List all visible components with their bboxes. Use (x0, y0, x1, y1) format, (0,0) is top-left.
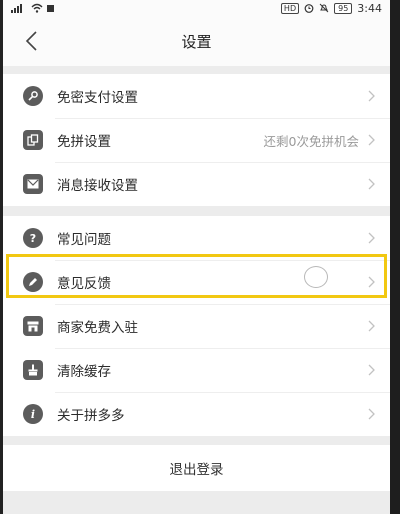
free-group-buy-remaining: 还剩0次免拼机会 (263, 133, 359, 149)
row-label: 免拼设置 (57, 134, 111, 150)
chevron-right-icon (368, 178, 375, 190)
question-icon: ? (23, 228, 43, 248)
settings-screen: HD 95 3:44 设置 免密支付设置 免拼设置 还剩0次免拼机会 消息接收设… (3, 0, 390, 514)
chevron-right-icon (368, 364, 375, 376)
pencil-icon (23, 272, 43, 292)
settings-row-free-group-buy[interactable]: 免拼设置 还剩0次免拼机会 (3, 118, 390, 162)
touch-ripple-indicator (304, 266, 328, 288)
clock: 3:44 (357, 1, 382, 15)
signal-icon (11, 4, 22, 13)
mail-icon (23, 174, 43, 194)
chevron-right-icon (368, 134, 375, 146)
settings-group-help: ? 常见问题 意见反馈 商家免费入驻 清除缓存 i 关于拼多多 (3, 216, 390, 436)
chevron-right-icon (368, 90, 375, 102)
mute-icon (319, 3, 329, 13)
chevron-left-icon[interactable] (21, 29, 43, 53)
section-gap (3, 436, 390, 445)
settings-group-account: 免密支付设置 免拼设置 还剩0次免拼机会 消息接收设置 (3, 74, 390, 206)
hd-badge: HD (280, 2, 300, 14)
settings-row-message-receive[interactable]: 消息接收设置 (3, 162, 390, 206)
settings-row-no-password-payment[interactable]: 免密支付设置 (3, 74, 390, 118)
settings-row-merchant-join[interactable]: 商家免费入驻 (3, 304, 390, 348)
chevron-right-icon (368, 320, 375, 332)
key-icon (23, 86, 43, 106)
settings-row-about[interactable]: i 关于拼多多 (3, 392, 390, 436)
row-label: 消息接收设置 (57, 178, 138, 194)
row-label: 清除缓存 (57, 364, 111, 380)
row-label: 关于拼多多 (57, 408, 125, 424)
notification-square-icon (47, 4, 54, 12)
settings-row-feedback[interactable]: 意见反馈 (3, 260, 390, 304)
row-label: 常见问题 (57, 232, 111, 248)
page-title: 设置 (181, 32, 212, 51)
battery-indicator: 95 (334, 2, 353, 14)
status-bar: HD 95 3:44 (3, 0, 390, 16)
row-label: 意见反馈 (57, 276, 111, 292)
settings-row-faq[interactable]: ? 常见问题 (3, 216, 390, 260)
row-label: 免密支付设置 (57, 90, 138, 106)
row-label: 商家免费入驻 (57, 320, 138, 336)
chevron-right-icon (368, 276, 375, 288)
section-gap (3, 66, 390, 74)
device-bezel-right (390, 0, 400, 514)
alarm-icon (304, 4, 314, 13)
logout-button[interactable]: 退出登录 (3, 445, 390, 491)
chevron-right-icon (368, 232, 375, 244)
navigation-bar: 设置 (3, 16, 390, 66)
settings-row-clear-cache[interactable]: 清除缓存 (3, 348, 390, 392)
broom-icon (23, 360, 43, 380)
info-icon: i (23, 404, 43, 424)
bottom-spacer (3, 491, 390, 514)
store-icon (23, 316, 43, 336)
wifi-icon (31, 3, 43, 13)
section-gap (3, 206, 390, 216)
chevron-right-icon (368, 408, 375, 420)
copy-icon (23, 130, 43, 150)
